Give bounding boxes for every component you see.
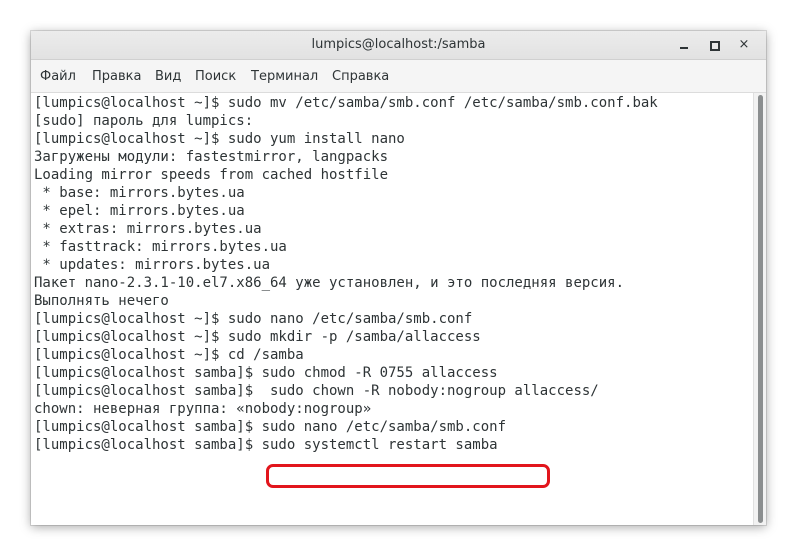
minimize-button[interactable] bbox=[674, 35, 694, 55]
terminal-line: Выполнять нечего bbox=[34, 293, 169, 309]
terminal-line: * updates: mirrors.bytes.ua bbox=[34, 257, 271, 273]
terminal-line: [lumpics@localhost samba]$ sudo chmod -R… bbox=[34, 365, 498, 381]
terminal-line-current-command: [lumpics@localhost samba]$ sudo systemct… bbox=[34, 437, 498, 453]
terminal-line: [lumpics@localhost ~]$ sudo yum install … bbox=[34, 131, 405, 147]
menu-file[interactable]: Файл bbox=[40, 69, 76, 84]
title-bar[interactable]: lumpics@localhost:/samba × bbox=[31, 31, 766, 60]
terminal-line: * extras: mirrors.bytes.ua bbox=[34, 221, 262, 237]
terminal-line: chown: неверная группа: «nobody:nogroup» bbox=[34, 401, 372, 417]
terminal-line: Загружены модули: fastestmirror, langpac… bbox=[34, 149, 389, 165]
close-icon: × bbox=[738, 37, 750, 52]
terminal-line: Пакет nano-2.3.1-10.el7.x86_64 уже устан… bbox=[34, 275, 625, 291]
terminal-output[interactable]: [lumpics@localhost ~]$ sudo mv /etc/samb… bbox=[31, 93, 753, 525]
terminal-line: Loading mirror speeds from cached hostfi… bbox=[34, 167, 389, 183]
menu-search[interactable]: Поиск bbox=[195, 69, 236, 84]
terminal-line: * base: mirrors.bytes.ua bbox=[34, 185, 245, 201]
terminal-line: [lumpics@localhost ~]$ sudo mv /etc/samb… bbox=[34, 95, 658, 111]
close-button[interactable]: × bbox=[734, 35, 754, 55]
menu-terminal[interactable]: Терминал bbox=[251, 69, 318, 84]
terminal-line: [lumpics@localhost ~]$ sudo nano /etc/sa… bbox=[34, 311, 473, 327]
terminal-line: [lumpics@localhost ~]$ sudo mkdir -p /sa… bbox=[34, 329, 481, 345]
terminal-line: [lumpics@localhost samba]$ sudo nano /et… bbox=[34, 419, 507, 435]
terminal-line: * fasttrack: mirrors.bytes.ua bbox=[34, 239, 287, 255]
menu-bar: Файл Правка Вид Поиск Терминал Справка bbox=[31, 60, 766, 93]
terminal-line: [lumpics@localhost ~]$ cd /samba bbox=[34, 347, 304, 363]
minimize-icon bbox=[680, 47, 688, 49]
terminal-line: [sudo] пароль для lumpics: bbox=[34, 113, 254, 129]
window-title: lumpics@localhost:/samba bbox=[311, 37, 486, 52]
command-highlight-frame bbox=[266, 464, 550, 488]
terminal-window: lumpics@localhost:/samba × Файл Правка В… bbox=[31, 31, 766, 525]
maximize-icon bbox=[710, 41, 720, 51]
menu-view[interactable]: Вид bbox=[155, 69, 181, 84]
terminal-line: * epel: mirrors.bytes.ua bbox=[34, 203, 245, 219]
maximize-button[interactable] bbox=[704, 35, 724, 55]
scrollbar-thumb[interactable] bbox=[758, 95, 763, 523]
vertical-scrollbar[interactable] bbox=[753, 93, 766, 525]
menu-help[interactable]: Справка bbox=[332, 69, 389, 84]
menu-edit[interactable]: Правка bbox=[92, 69, 141, 84]
terminal-line: [lumpics@localhost samba]$ sudo chown -R… bbox=[34, 383, 599, 399]
